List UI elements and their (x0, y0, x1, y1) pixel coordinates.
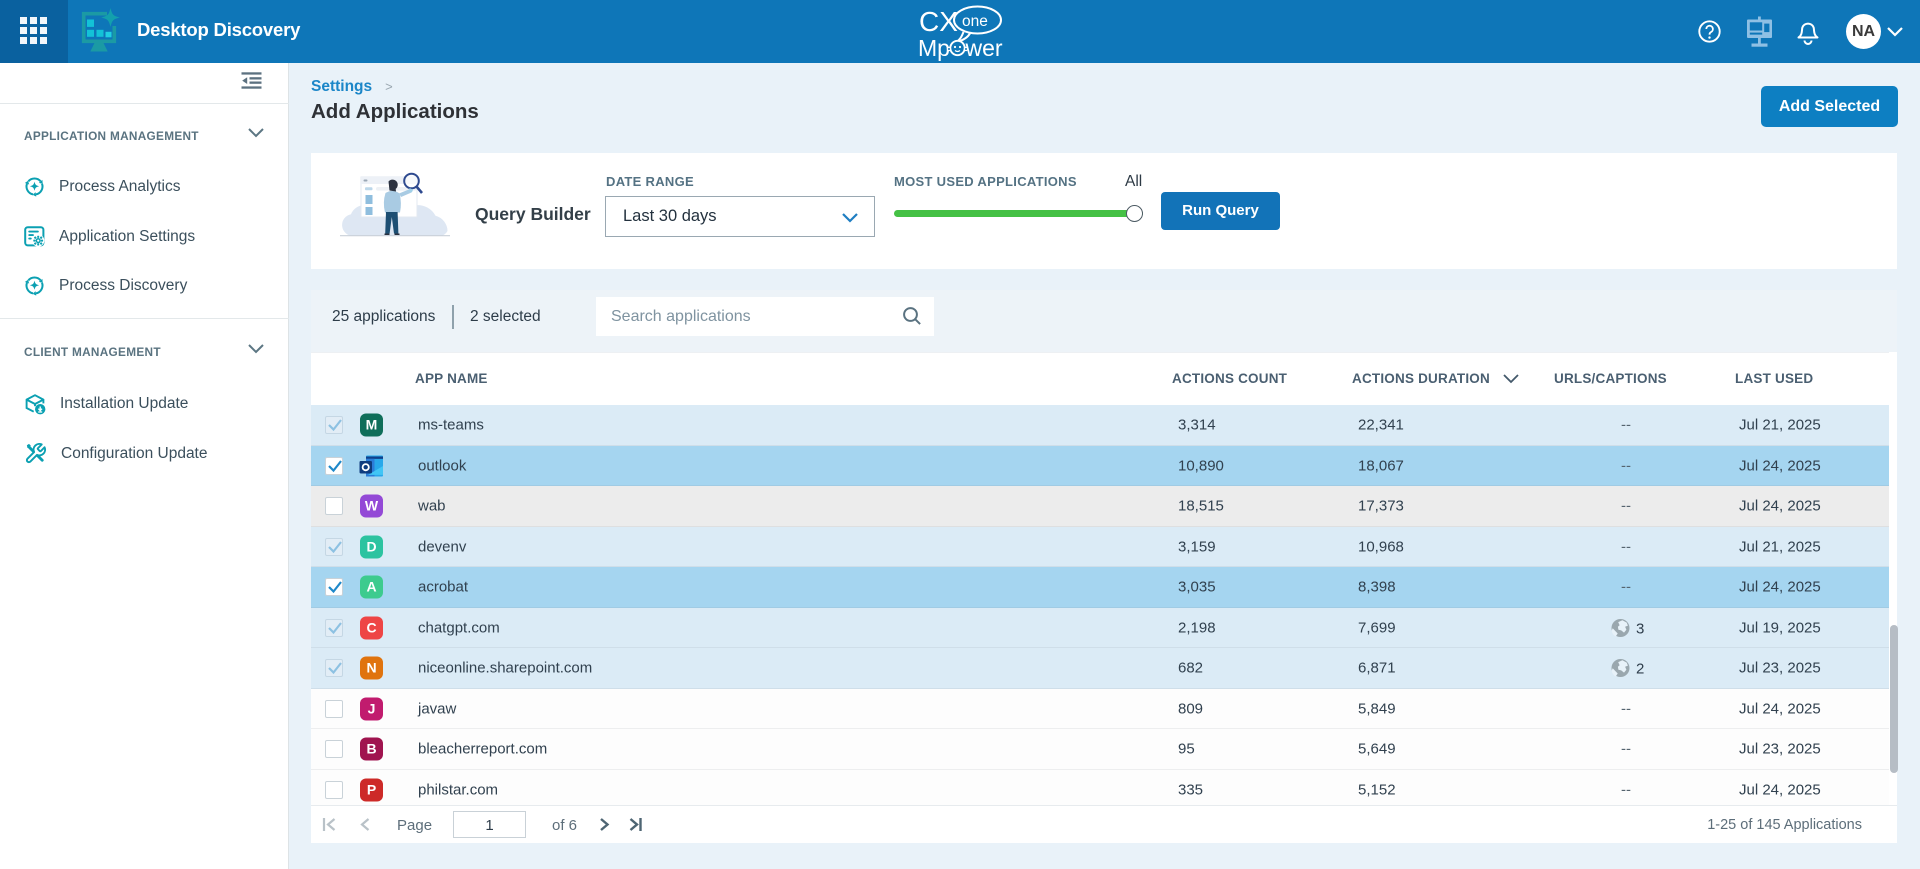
svg-text:one: one (962, 13, 988, 30)
svg-text:CX: CX (919, 6, 958, 37)
svg-text:wer: wer (965, 35, 1003, 61)
svg-text:Mp: Mp (918, 35, 950, 61)
